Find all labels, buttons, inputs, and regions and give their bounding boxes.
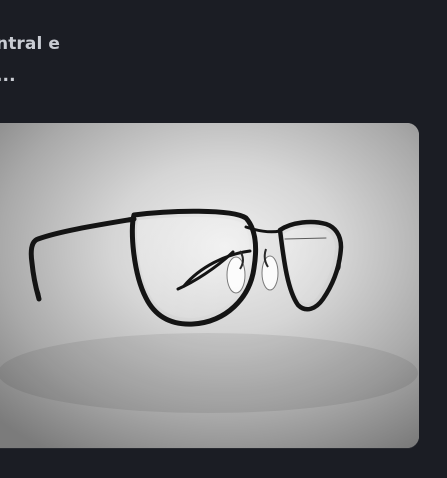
- page: ntral e ...: [0, 0, 447, 478]
- description-line-1: ntral e: [0, 34, 61, 54]
- description-text: ntral e ...: [0, 28, 447, 92]
- product-image-card[interactable]: [0, 123, 419, 448]
- description-line-2: ...: [0, 66, 16, 86]
- eyeglasses-image: [0, 123, 419, 448]
